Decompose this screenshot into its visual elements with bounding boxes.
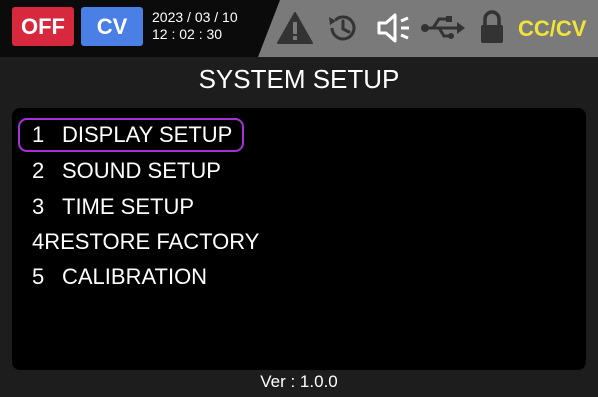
menu-item-label: SOUND SETUP bbox=[62, 158, 221, 183]
menu-item-label: TIME SETUP bbox=[62, 194, 195, 219]
menu-item-label: CALIBRATION bbox=[62, 264, 208, 289]
warning-icon bbox=[277, 12, 313, 44]
mode-cv-button[interactable]: CV bbox=[81, 7, 143, 46]
time-label: 12 : 02 : 30 bbox=[152, 26, 223, 42]
speaker-icon bbox=[377, 13, 409, 43]
lock-icon bbox=[481, 10, 503, 43]
menu-item-number: 1 bbox=[32, 122, 45, 147]
menu-item-label: RESTORE FACTORY bbox=[44, 229, 260, 254]
output-off-button[interactable]: OFF bbox=[12, 7, 74, 46]
menu-item-number: 4 bbox=[32, 229, 45, 254]
usb-icon bbox=[421, 16, 465, 39]
history-icon bbox=[329, 15, 356, 41]
menu-item-display-setup[interactable]: 1 DISPLAY SETUP bbox=[18, 118, 244, 152]
status-bar: OFF CV 2023 / 03 / 10 12 : 02 : 30 CC/CV bbox=[0, 0, 598, 57]
menu-item-number: 3 bbox=[32, 194, 45, 219]
menu-item-time-setup[interactable]: 3 TIME SETUP bbox=[18, 190, 244, 224]
date-label: 2023 / 03 / 10 bbox=[152, 9, 238, 25]
page-title: SYSTEM SETUP bbox=[198, 64, 400, 94]
version-label: Ver : 1.0.0 bbox=[260, 372, 338, 391]
menu-item-number: 2 bbox=[32, 158, 45, 183]
menu-item-label: DISPLAY SETUP bbox=[62, 122, 233, 147]
datetime: 2023 / 03 / 10 12 : 02 : 30 bbox=[152, 9, 262, 43]
cc-cv-indicator: CC/CV bbox=[518, 16, 587, 41]
menu-item-number: 5 bbox=[32, 264, 45, 289]
menu-item-restore-factory[interactable]: 4 RESTORE FACTORY bbox=[18, 225, 259, 259]
menu-item-sound-setup[interactable]: 2 SOUND SETUP bbox=[18, 154, 244, 188]
menu-panel: 1 DISPLAY SETUP 2 SOUND SETUP 3 TIME SET… bbox=[12, 108, 586, 370]
menu-item-calibration[interactable]: 5 CALIBRATION bbox=[18, 260, 244, 294]
